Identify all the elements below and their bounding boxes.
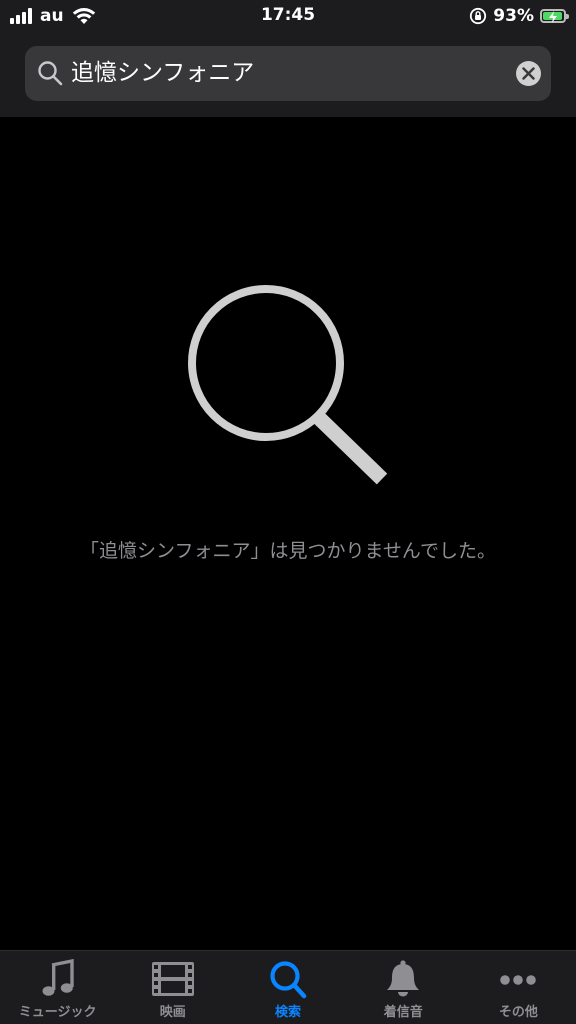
tab-music[interactable]: ミュージック (0, 951, 115, 1024)
tab-label: その他 (498, 1005, 538, 1020)
tab-ringtones[interactable]: 着信音 (346, 951, 461, 1024)
tab-label: 検索 (275, 1005, 302, 1020)
tab-search[interactable]: 検索 (230, 951, 345, 1024)
charging-bolt-icon (549, 11, 557, 23)
battery-charging-icon (540, 9, 569, 23)
tab-label: ミュージック (18, 1005, 97, 1020)
tab-movies[interactable]: 映画 (115, 951, 230, 1024)
search-header: 追憶シンフォニア (0, 32, 576, 117)
status-right: 93% (469, 5, 569, 27)
search-input[interactable]: 追憶シンフォニア (71, 46, 491, 101)
no-results-message: 「追憶シンフォニア」は見つかりませんでした。 (80, 540, 496, 562)
tab-label: 映画 (159, 1005, 186, 1020)
tab-more[interactable]: その他 (461, 951, 576, 1024)
orientation-lock-icon (470, 7, 487, 25)
bell-icon (387, 960, 420, 997)
search-icon (38, 61, 63, 86)
status-bar: au 17:45 93% (0, 0, 576, 32)
tab-label: 着信音 (383, 1005, 423, 1020)
battery-cap (566, 14, 569, 19)
search-bar[interactable]: 追憶シンフォニア (25, 46, 551, 101)
more-icon (500, 975, 537, 985)
battery-percent: 93% (493, 6, 534, 26)
music-note-icon (42, 959, 74, 996)
film-icon (151, 962, 194, 996)
screen: au 17:45 93% 追憶シンフォニア 「追憶シンフォニア」は見つかりません… (0, 0, 576, 1024)
clear-icon[interactable] (516, 61, 541, 86)
tab-bar: ミュージック 映画 検索 着信音 その他 (0, 950, 576, 1024)
magnifier-icon (188, 285, 388, 485)
search-icon (270, 961, 307, 999)
